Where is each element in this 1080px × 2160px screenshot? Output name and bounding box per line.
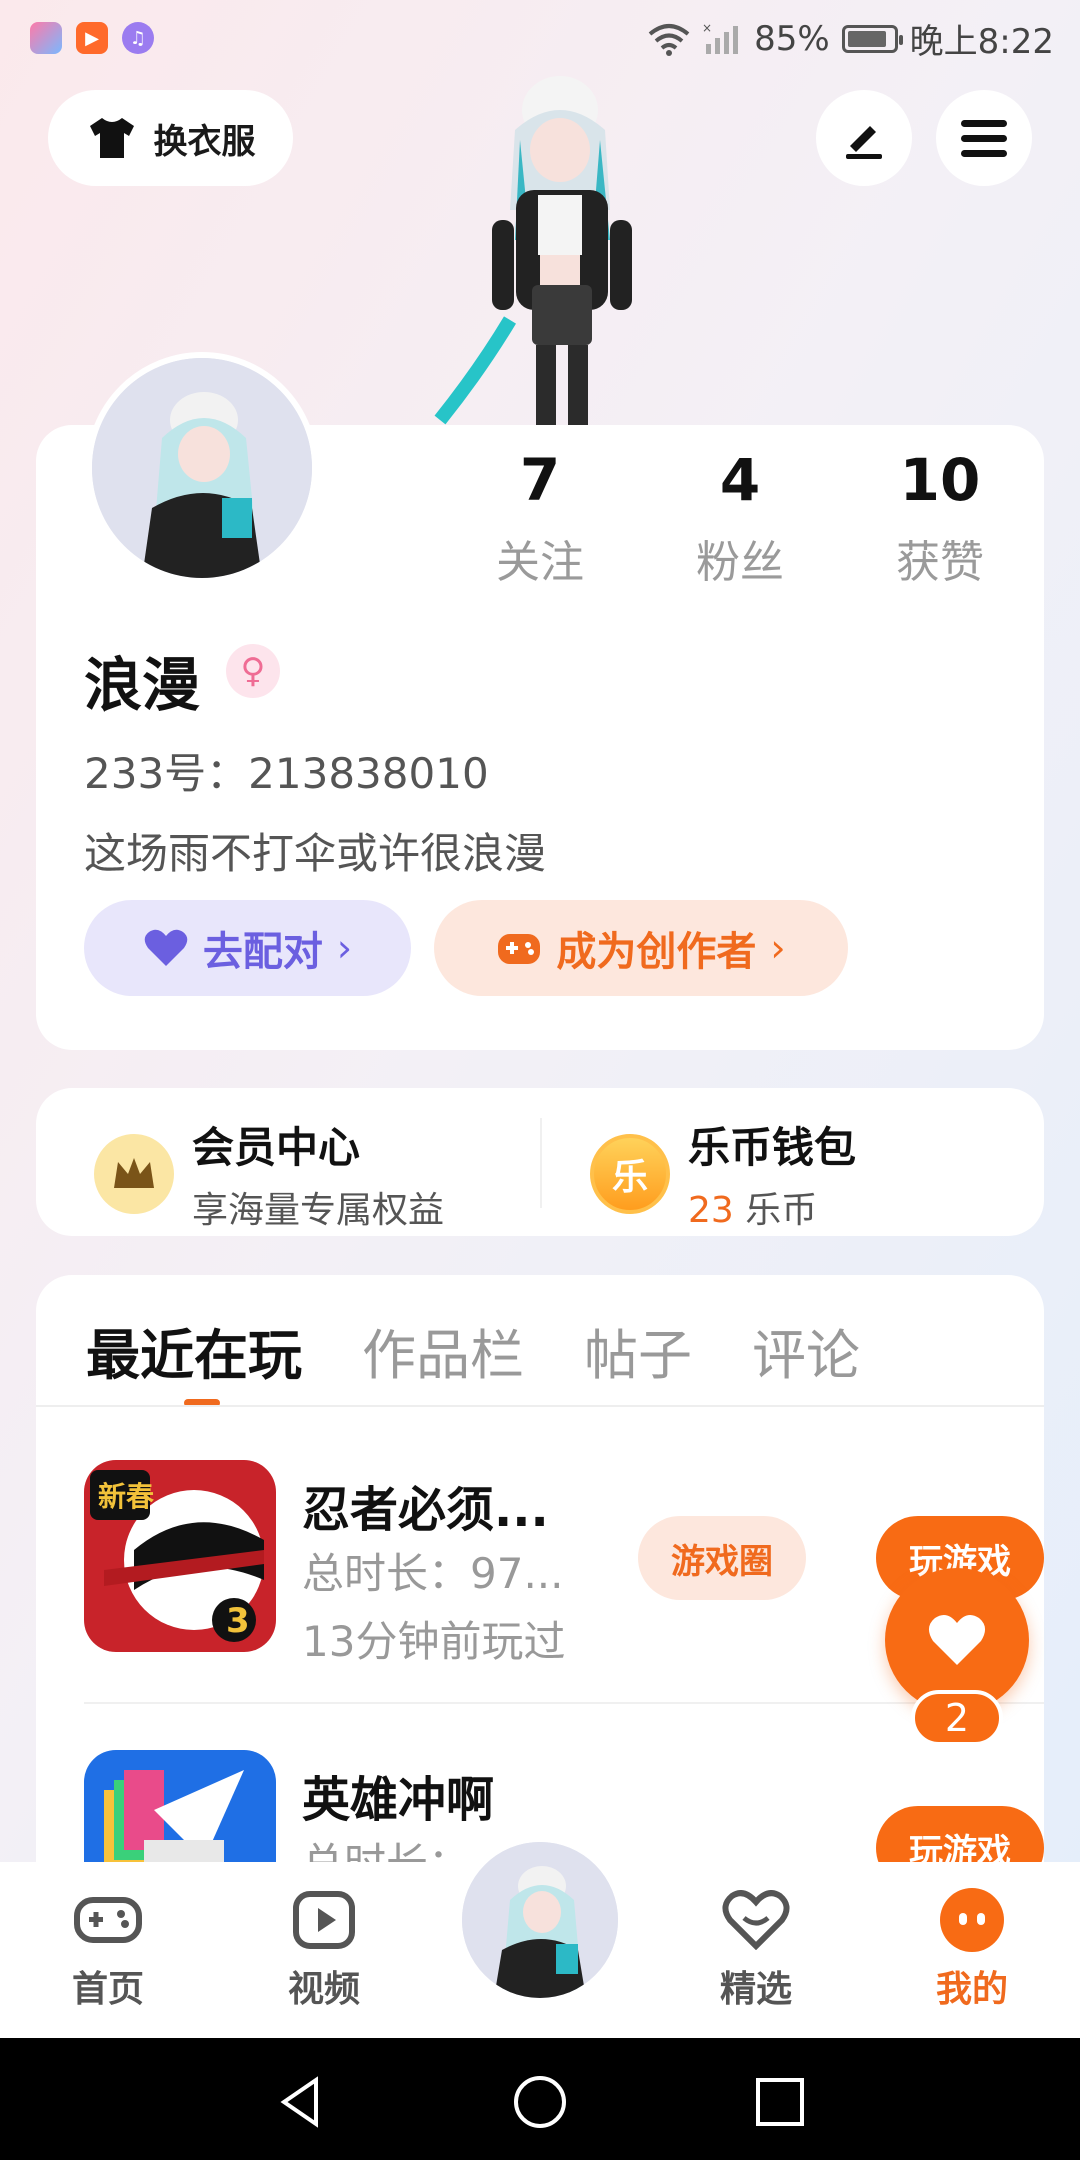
tab-posts[interactable]: 帖子 xyxy=(584,1311,692,1390)
profile-stats: 7 关注 4 粉丝 10 获赞 xyxy=(440,450,1040,590)
svg-text:新春: 新春 xyxy=(98,1480,154,1513)
stat-label: 粉丝 xyxy=(696,537,784,588)
stat-likes[interactable]: 10 获赞 xyxy=(840,450,1040,590)
nav-mine[interactable]: 我的 xyxy=(902,1888,1042,2012)
perks-card: 会员中心 享海量专属权益 乐 乐币钱包 23 乐币 xyxy=(36,1088,1044,1236)
like-count-badge: 2 xyxy=(911,1690,1003,1746)
avatar-character-figure[interactable] xyxy=(420,70,690,430)
music-app-icon: ♫ xyxy=(122,22,154,54)
gamepad-icon xyxy=(498,934,541,964)
stat-following[interactable]: 7 关注 xyxy=(440,450,640,590)
tab-recently-played[interactable]: 最近在玩 xyxy=(86,1311,302,1390)
game-name: 忍者必须... xyxy=(302,1482,549,1538)
game-circle-button[interactable]: 游戏圈 xyxy=(638,1516,806,1600)
heart-icon xyxy=(144,929,188,966)
heart-icon xyxy=(928,1614,986,1665)
nav-home[interactable]: 首页 xyxy=(38,1888,178,2012)
crown-icon xyxy=(94,1133,174,1214)
back-icon[interactable] xyxy=(272,2074,328,2130)
nav-home-label: 首页 xyxy=(71,1969,144,2010)
ninja-game-icon: 3 新春 xyxy=(84,1460,276,1652)
status-right: × 85% 晚上8:22 xyxy=(648,14,1054,63)
profile-avatar[interactable] xyxy=(86,352,318,584)
divider xyxy=(540,1118,542,1208)
wallet-balance: 23 乐币 xyxy=(688,1181,856,1233)
change-outfit-label: 换衣服 xyxy=(153,121,256,162)
wallet-unit: 乐币 xyxy=(745,1190,818,1231)
tab-comments[interactable]: 评论 xyxy=(752,1311,860,1390)
nav-featured[interactable]: 精选 xyxy=(686,1888,826,2012)
edit-button[interactable] xyxy=(816,90,912,186)
tab-works[interactable]: 作品栏 xyxy=(362,1311,524,1390)
video-play-icon xyxy=(288,1888,360,1952)
nav-video-label: 视频 xyxy=(287,1969,360,2010)
menu-button[interactable] xyxy=(936,90,1032,186)
heart-icon xyxy=(720,1888,792,1952)
stat-value: 7 xyxy=(519,446,561,514)
home-icon[interactable] xyxy=(512,2074,568,2130)
nav-featured-label: 精选 xyxy=(719,1969,792,2010)
gamepad-icon xyxy=(72,1888,144,1952)
wallet-amount: 23 xyxy=(688,1190,734,1231)
member-center[interactable]: 会员中心 享海量专属权益 xyxy=(94,1114,444,1233)
match-button[interactable]: 去配对 › xyxy=(84,900,411,996)
member-center-title: 会员中心 xyxy=(192,1123,361,1172)
user-bio: 这场雨不打伞或许很浪漫 xyxy=(84,829,547,878)
stat-value: 10 xyxy=(899,446,981,514)
change-outfit-button[interactable]: 换衣服 xyxy=(48,90,293,186)
hamburger-menu-icon xyxy=(961,120,1007,157)
avatar-figure xyxy=(92,358,312,578)
tshirt-icon xyxy=(89,118,134,158)
svg-text:3: 3 xyxy=(226,1601,250,1641)
pen-icon xyxy=(846,126,882,159)
system-navigation-bar xyxy=(0,2038,1080,2160)
member-center-subtitle: 享海量专属权益 xyxy=(192,1190,445,1231)
stat-followers[interactable]: 4 粉丝 xyxy=(640,450,840,590)
game-duration: 总时长：97... xyxy=(302,1549,564,1598)
chevron-right-icon: › xyxy=(336,926,353,970)
become-creator-label: 成为创作者 xyxy=(556,929,757,975)
clock: 晚上8:22 xyxy=(909,22,1054,62)
profile-tabs: 最近在玩 作品栏 帖子 评论 xyxy=(86,1311,860,1390)
game-name: 英雄冲啊 xyxy=(302,1772,495,1828)
recent-section: 最近在玩 作品栏 帖子 评论 3 新春 忍者必须... 总时长：97... 13… xyxy=(36,1275,1044,1875)
nav-avatar-button[interactable] xyxy=(456,1836,624,2004)
battery-percent: 85% xyxy=(754,18,830,59)
female-gender-icon: ♀ xyxy=(226,644,280,698)
chevron-right-icon: › xyxy=(770,926,786,970)
stat-label: 关注 xyxy=(496,537,584,588)
nav-mine-label: 我的 xyxy=(935,1969,1008,2010)
video-app-icon: ▶ xyxy=(76,22,108,54)
coin-icon: 乐 xyxy=(590,1133,670,1214)
wifi-icon xyxy=(648,23,690,56)
divider xyxy=(84,1702,1044,1704)
match-label: 去配对 xyxy=(202,929,323,975)
notification-icons: ▶ ♫ xyxy=(30,22,154,54)
become-creator-button[interactable]: 成为创作者 › xyxy=(434,900,848,996)
profile-face-icon xyxy=(936,1888,1008,1952)
gallery-app-icon xyxy=(30,22,62,54)
stat-value: 4 xyxy=(719,446,761,514)
username: 浪漫 xyxy=(84,651,201,719)
signal-icon: × xyxy=(702,22,739,54)
user-id: 233号：213838010 xyxy=(84,749,489,798)
game-last-played: 13分钟前玩过 xyxy=(302,1617,566,1666)
svg-text:×: × xyxy=(702,22,712,35)
recent-apps-icon[interactable] xyxy=(752,2074,808,2130)
stat-label: 获赞 xyxy=(896,537,984,588)
status-bar: ▶ ♫ × 85% 晚上8:22 xyxy=(0,0,1080,72)
nav-video[interactable]: 视频 xyxy=(254,1888,394,2012)
hero-game-icon xyxy=(84,1750,276,1875)
divider xyxy=(36,1405,1044,1407)
wallet-title: 乐币钱包 xyxy=(688,1123,857,1172)
coin-wallet[interactable]: 乐 乐币钱包 23 乐币 xyxy=(590,1114,856,1233)
avatar-figure xyxy=(462,1842,618,1998)
battery-icon xyxy=(841,24,903,53)
